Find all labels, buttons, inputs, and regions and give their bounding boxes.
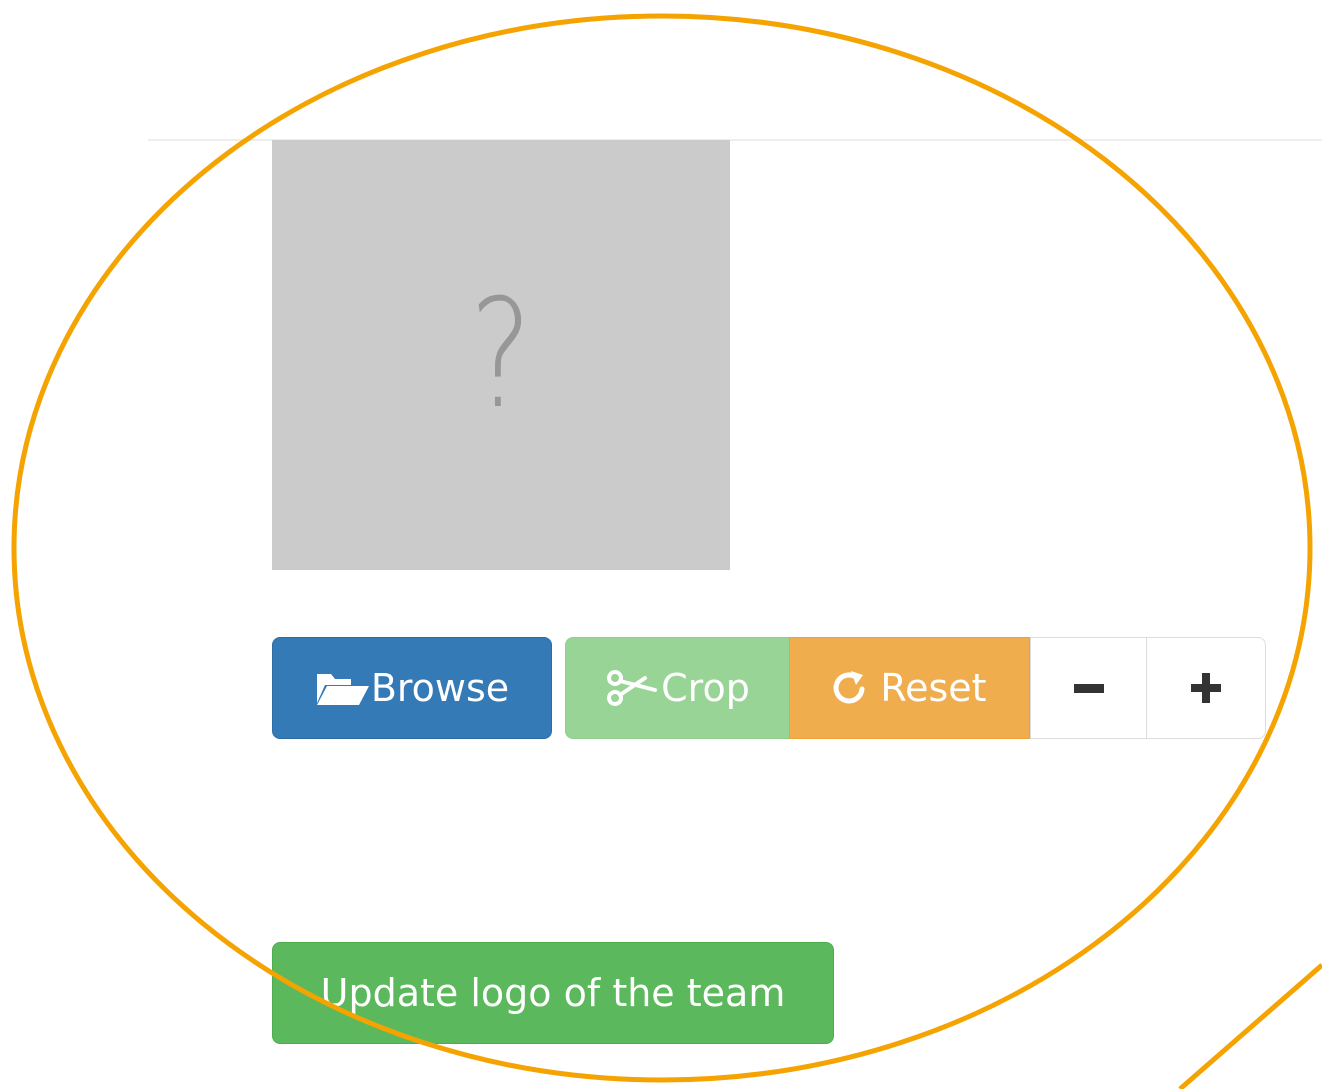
scissors-icon [605, 668, 658, 708]
crop-label: Crop [661, 666, 750, 710]
plus-icon [1191, 673, 1221, 703]
page: ? Browse Crop Reset Update logo of the t… [0, 0, 1322, 1089]
placeholder-question-mark: ? [469, 268, 533, 442]
refresh-icon [832, 669, 868, 707]
browse-label: Browse [370, 666, 510, 710]
zoom-out-button[interactable] [1030, 637, 1147, 739]
reset-label: Reset [880, 666, 987, 710]
update-logo-button[interactable]: Update logo of the team [272, 942, 834, 1044]
folder-open-icon [315, 670, 371, 706]
zoom-in-button[interactable] [1146, 637, 1266, 739]
logo-preview: ? [272, 140, 730, 570]
crop-button[interactable]: Crop [565, 637, 790, 739]
browse-button[interactable]: Browse [272, 637, 552, 739]
minus-icon [1073, 673, 1104, 703]
reset-button[interactable]: Reset [789, 637, 1030, 739]
